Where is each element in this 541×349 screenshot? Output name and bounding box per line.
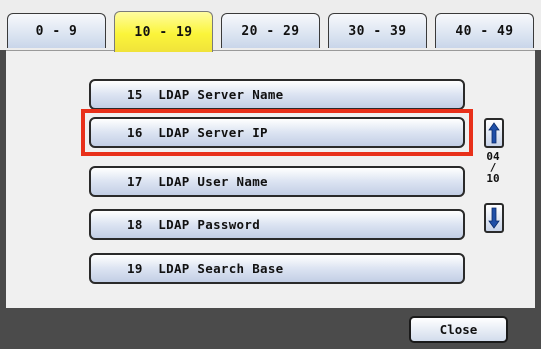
tab-0-9[interactable]: 0 - 9 <box>7 13 106 48</box>
tab-20-29[interactable]: 20 - 29 <box>221 13 320 48</box>
page-indicator: 04 / 10 <box>478 151 508 184</box>
arrow-down-icon <box>488 207 500 229</box>
tab-bar: 0 - 9 10 - 19 20 - 29 30 - 39 40 - 49 <box>0 0 541 52</box>
settings-panel: 15 LDAP Server Name 16 LDAP Server IP 17… <box>6 50 535 309</box>
settings-screen: 0 - 9 10 - 19 20 - 29 30 - 39 40 - 49 15… <box>0 0 541 349</box>
scroll-down-button[interactable] <box>484 203 504 233</box>
scroll-up-button[interactable] <box>484 118 504 148</box>
list-item-ldap-server-ip[interactable]: 16 LDAP Server IP <box>89 117 465 148</box>
arrow-up-icon <box>488 122 500 144</box>
pager-total: 10 <box>486 172 500 185</box>
close-button[interactable]: Close <box>409 316 508 343</box>
list-item-ldap-password[interactable]: 18 LDAP Password <box>89 209 465 240</box>
tab-30-39[interactable]: 30 - 39 <box>328 13 427 48</box>
list-item-ldap-user-name[interactable]: 17 LDAP User Name <box>89 166 465 197</box>
tab-40-49[interactable]: 40 - 49 <box>435 13 534 48</box>
list-item-ldap-search-base[interactable]: 19 LDAP Search Base <box>89 253 465 284</box>
list-item-ldap-server-name[interactable]: 15 LDAP Server Name <box>89 79 465 110</box>
tab-10-19[interactable]: 10 - 19 <box>114 11 213 52</box>
